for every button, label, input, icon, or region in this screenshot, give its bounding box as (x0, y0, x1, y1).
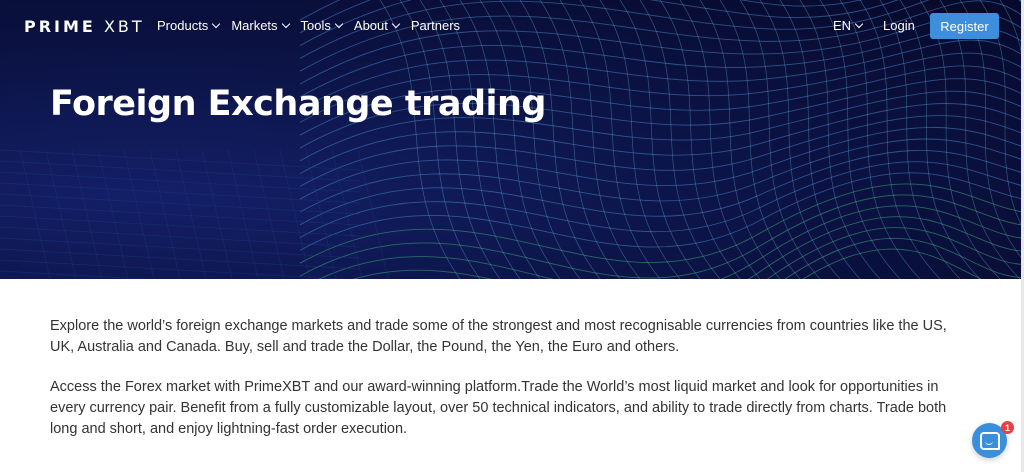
chat-icon (979, 431, 1000, 450)
forex-paragraph: Access the Forex market with PrimeXBT an… (50, 379, 947, 437)
top-navigation: PRIME XBT Products Markets Tools About P… (0, 0, 1024, 54)
register-button[interactable]: Register (930, 13, 999, 39)
chevron-down-icon (334, 19, 344, 28)
hero-banner: PRIME XBT Products Markets Tools About P… (0, 0, 1024, 279)
unread-badge: 1 (1001, 421, 1014, 434)
chevron-down-icon (212, 19, 221, 28)
login-link[interactable]: Login (883, 18, 915, 33)
nav-partners[interactable]: Partners (411, 18, 460, 33)
nav-about[interactable]: About (354, 18, 401, 33)
intro-paragraph: Explore the world’s foreign exchange mar… (50, 318, 947, 355)
main-content: Explore the world’s foreign exchange mar… (50, 316, 970, 459)
nav-markets[interactable]: Markets (231, 18, 290, 33)
nav-tools[interactable]: Tools (301, 18, 344, 33)
language-selector[interactable]: EN (833, 18, 864, 33)
logo[interactable]: PRIME XBT (24, 17, 145, 36)
chevron-down-icon (854, 19, 864, 28)
chevron-down-icon (391, 19, 401, 28)
chevron-down-icon (281, 19, 290, 28)
page-title: Foreign Exchange trading (50, 84, 546, 124)
nav-products[interactable]: Products (157, 18, 221, 33)
main-menu: Products Markets Tools About Partners (157, 18, 472, 33)
